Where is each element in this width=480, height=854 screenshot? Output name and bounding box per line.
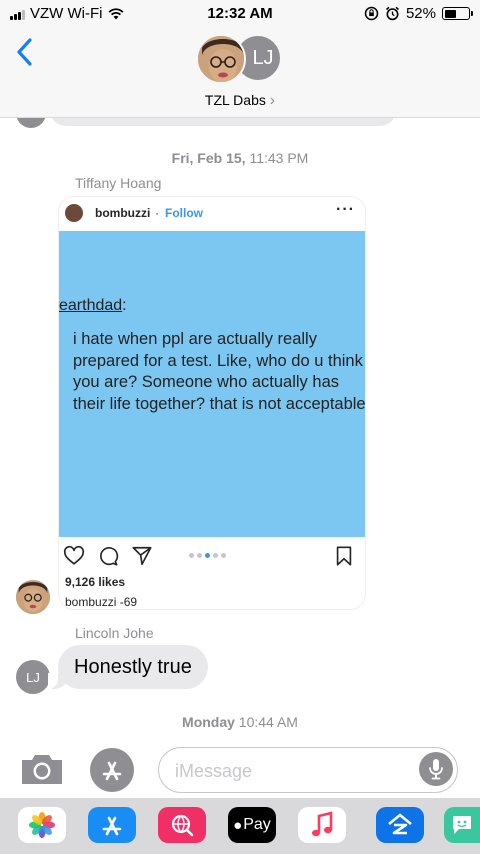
microphone-button[interactable] — [419, 752, 453, 786]
app-store-icon — [102, 816, 122, 836]
likes-count[interactable]: 9,126 likes — [65, 575, 125, 589]
battery-percent: 52% — [405, 5, 436, 22]
carousel-dot — [221, 553, 226, 558]
caption-text: -69 — [116, 595, 138, 609]
apple-pay-label: Pay — [243, 816, 271, 833]
photos-app-button[interactable] — [18, 807, 66, 843]
photos-icon — [29, 812, 55, 838]
timestamp-divider: Monday 10:44 AM — [0, 714, 480, 730]
timestamp-day: Fri, Feb 15, — [171, 150, 246, 166]
web-search-icon — [171, 814, 194, 837]
instagram-post-card[interactable]: bombuzzi · Follow ··· earthdad: i hate w… — [58, 196, 366, 610]
caption-username[interactable]: bombuzzi — [65, 595, 116, 609]
carousel-dot-active — [205, 553, 210, 558]
previous-message-bubble[interactable] — [50, 118, 396, 126]
web-search-button[interactable] — [158, 807, 206, 843]
avatar-photo — [196, 34, 246, 84]
comment-icon[interactable] — [97, 545, 119, 567]
lincoln-avatar[interactable]: LJ — [16, 660, 50, 694]
apple-pay-button[interactable]: ● Pay — [228, 807, 276, 843]
more-options-icon[interactable]: ··· — [336, 201, 355, 219]
zillow-icon — [388, 813, 412, 835]
timestamp-day: Monday — [182, 714, 235, 730]
music-icon — [312, 811, 333, 837]
post-handle-suffix: : — [122, 297, 127, 314]
sender-name: Lincoln Johe — [75, 625, 154, 641]
bookmark-icon[interactable] — [333, 545, 355, 567]
music-app-button[interactable] — [298, 807, 346, 843]
sender-name: Tiffany Hoang — [75, 175, 162, 191]
app-store-button[interactable] — [88, 807, 136, 843]
carousel-dot — [189, 553, 194, 558]
compose-bar: iMessage — [0, 740, 480, 798]
bitmoji-icon — [453, 816, 471, 834]
avatar-lj-initials: LJ — [252, 46, 274, 69]
message-thread[interactable]: Fri, Feb 15, 11:43 PM Tiffany Hoang bomb… — [0, 118, 480, 740]
app-store-glyph-icon — [102, 761, 122, 781]
post-handle-name: earthdad — [59, 297, 123, 314]
imessage-input[interactable]: iMessage — [158, 747, 458, 793]
heart-icon[interactable] — [63, 545, 85, 567]
battery-icon — [442, 7, 473, 20]
group-name-button[interactable]: TZL Dabs › — [0, 92, 480, 110]
microphone-icon — [429, 759, 443, 780]
app-store-apps-button[interactable] — [90, 748, 134, 792]
timestamp-divider: Fri, Feb 15, 11:43 PM — [0, 150, 480, 166]
share-icon[interactable] — [131, 545, 153, 567]
zillow-app-button[interactable] — [376, 807, 424, 843]
post-quote-text: i hate when ppl are actually really prep… — [73, 330, 366, 413]
carousel-indicator — [189, 553, 229, 558]
previous-avatar — [16, 118, 46, 128]
app-drawer: ● Pay — [0, 798, 480, 854]
instagram-username[interactable]: bombuzzi — [95, 206, 150, 220]
timestamp-time: 11:43 PM — [245, 150, 309, 166]
timestamp-time: 10:44 AM — [234, 714, 298, 730]
apple-pay-icon: ● — [233, 816, 243, 834]
post-caption: bombuzzi -69 — [65, 595, 137, 609]
status-bar: VZW Wi-Fi 12:32 AM 52% — [0, 0, 480, 28]
avatar-photo-image — [198, 36, 244, 82]
follow-button[interactable]: Follow — [165, 206, 203, 220]
instagram-post-image[interactable]: earthdad: i hate when ppl are actually r… — [59, 231, 366, 537]
imessage-placeholder: iMessage — [175, 761, 253, 781]
rotation-lock-icon — [364, 6, 379, 21]
status-right: 52% — [364, 5, 473, 22]
tiffany-avatar-image — [16, 580, 50, 614]
camera-icon[interactable] — [20, 752, 64, 786]
back-chevron-icon[interactable] — [12, 36, 38, 68]
instagram-user-avatar[interactable] — [65, 204, 83, 222]
group-name: TZL Dabs — [204, 92, 266, 108]
carousel-dot — [213, 553, 218, 558]
alarm-icon — [385, 6, 399, 21]
carousel-dot — [197, 553, 202, 558]
instagram-actions — [59, 543, 365, 569]
message-bubble[interactable]: Honestly true — [48, 645, 208, 689]
instagram-post-header: bombuzzi · Follow ··· — [59, 197, 365, 229]
tiffany-avatar[interactable] — [16, 580, 50, 614]
lincoln-initials: LJ — [26, 669, 40, 685]
separator-dot: · — [155, 206, 159, 220]
post-handle: earthdad: — [59, 297, 127, 315]
conversation-header: LJ TZL Dabs › — [0, 28, 480, 118]
message-text: Honestly true — [74, 655, 192, 678]
group-avatars[interactable]: LJ — [194, 32, 286, 88]
group-name-chevron-icon: › — [269, 92, 276, 109]
bitmoji-app-button[interactable] — [444, 807, 480, 843]
